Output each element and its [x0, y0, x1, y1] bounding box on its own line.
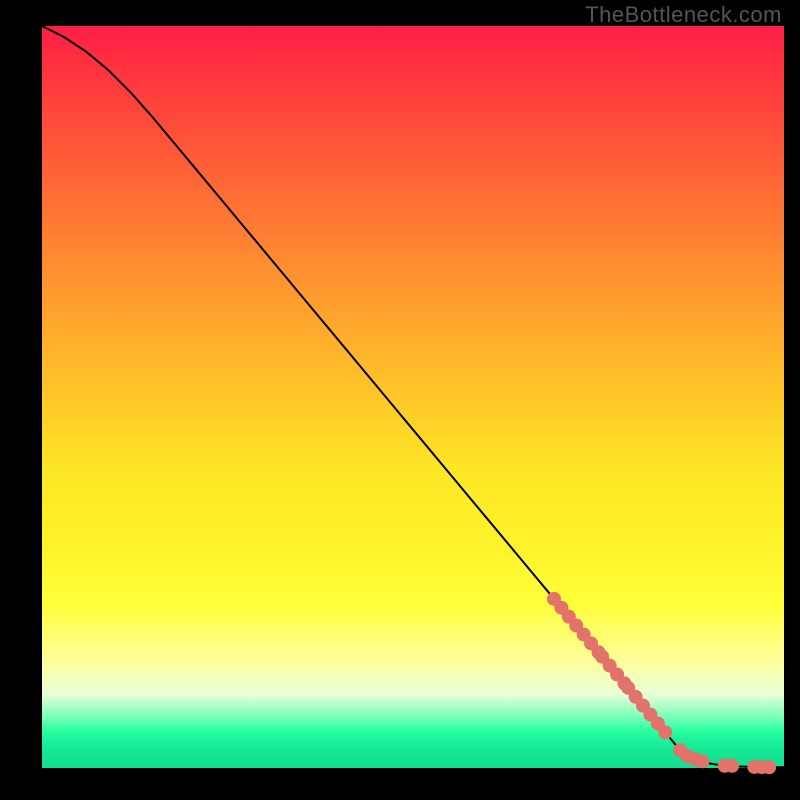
chart-container: TheBottleneck.com — [0, 0, 800, 800]
marker-group — [547, 592, 776, 774]
curve-line — [42, 26, 784, 767]
data-point — [762, 760, 776, 774]
watermark-text: TheBottleneck.com — [585, 2, 782, 28]
data-point — [658, 725, 672, 739]
data-point — [695, 754, 709, 768]
chart-svg — [42, 26, 784, 768]
data-point — [725, 759, 739, 773]
plot-area — [42, 26, 784, 768]
